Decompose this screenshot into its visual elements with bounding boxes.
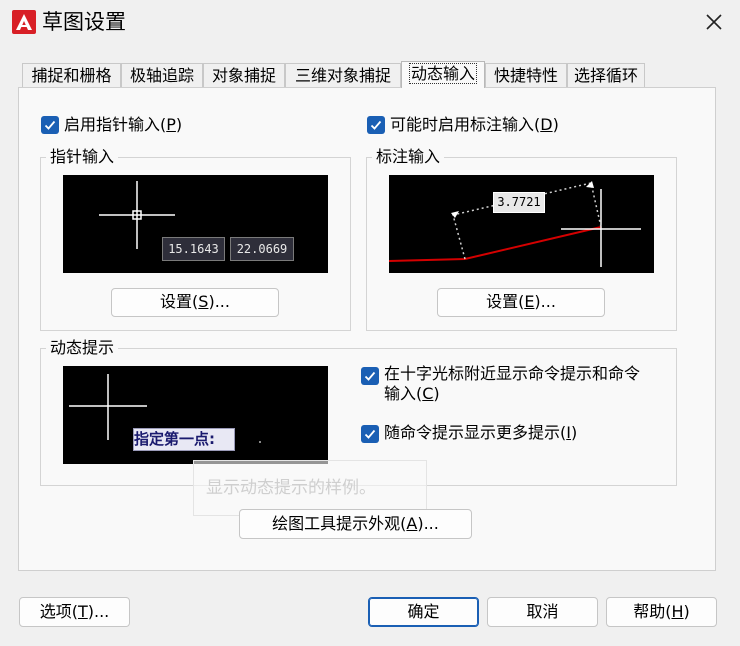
close-button[interactable] — [698, 8, 730, 36]
show-prompts-near-crosshair-label: 在十字光标附近显示命令提示和命令 输入(C) — [384, 364, 641, 403]
preview-tooltip: 显示动态提示的样例。 — [193, 460, 427, 516]
pointer-input-group-title: 指针输入 — [46, 147, 119, 167]
tab-3d-object-snap[interactable]: 三维对象捕捉 — [285, 63, 401, 87]
enable-pointer-input-checkbox[interactable] — [41, 116, 59, 134]
pointer-input-preview: 15.1643 22.0669 — [63, 175, 328, 273]
pointer-settings-button[interactable]: 设置(S)... — [111, 288, 279, 317]
checkmark-icon — [370, 120, 382, 130]
options-button[interactable]: 选项(T)... — [19, 597, 130, 627]
tab-polar-tracking[interactable]: 极轴追踪 — [121, 63, 203, 87]
dimension-line-icon — [389, 181, 641, 267]
close-icon — [706, 14, 722, 30]
checkmark-icon — [364, 371, 376, 381]
dynamic-prompt-group-title: 动态提示 — [46, 338, 119, 358]
tab-selection-cycling[interactable]: 选择循环 — [567, 63, 645, 87]
tab-dynamic-input[interactable]: 动态输入 — [401, 61, 485, 88]
cancel-button[interactable]: 取消 — [487, 597, 598, 627]
checkmark-icon — [44, 120, 56, 130]
autocad-logo-icon — [12, 10, 36, 34]
command-prompt-preview: 指定第一点: — [133, 428, 235, 451]
enable-pointer-input-label: 启用指针输入(P) — [64, 115, 183, 134]
dimension-input-preview: 3.7721 — [389, 175, 654, 273]
tab-label: 动态输入 — [408, 63, 478, 84]
show-prompts-near-crosshair-checkbox[interactable] — [361, 367, 379, 385]
checkmark-icon — [364, 429, 376, 439]
tab-label: 捕捉和栅格 — [31, 66, 112, 85]
tab-snap-grid[interactable]: 捕捉和栅格 — [22, 63, 121, 87]
dimension-settings-button[interactable]: 设置(E)... — [437, 288, 605, 317]
window-title: 草图设置 — [42, 10, 126, 34]
tab-object-snap[interactable]: 对象捕捉 — [203, 63, 285, 87]
more-prompts-checkbox[interactable] — [361, 425, 379, 443]
pointer-value-x: 15.1643 — [162, 237, 225, 261]
tab-label: 快捷特性 — [493, 66, 558, 85]
more-prompts-label: 随命令提示显示更多提示(I) — [384, 423, 578, 442]
ok-button[interactable]: 确定 — [368, 597, 479, 627]
dynamic-prompt-preview: 指定第一点: — [63, 366, 328, 464]
tab-label: 极轴追踪 — [129, 66, 194, 85]
dimension-input-group-title: 标注输入 — [372, 147, 445, 167]
drafting-tooltip-appearance-button[interactable]: 绘图工具提示外观(A)... — [239, 509, 472, 539]
tab-label: 选择循环 — [573, 66, 638, 85]
pointer-value-y: 22.0669 — [230, 237, 294, 261]
tab-label: 对象捕捉 — [211, 66, 276, 85]
tab-quick-properties[interactable]: 快捷特性 — [485, 63, 567, 87]
help-button[interactable]: 帮助(H) — [606, 597, 717, 627]
enable-dimension-input-label: 可能时启用标注输入(D) — [390, 115, 559, 134]
tab-label: 三维对象捕捉 — [294, 66, 391, 85]
enable-dimension-input-checkbox[interactable] — [367, 116, 385, 134]
dimension-value-box: 3.7721 — [493, 192, 545, 213]
